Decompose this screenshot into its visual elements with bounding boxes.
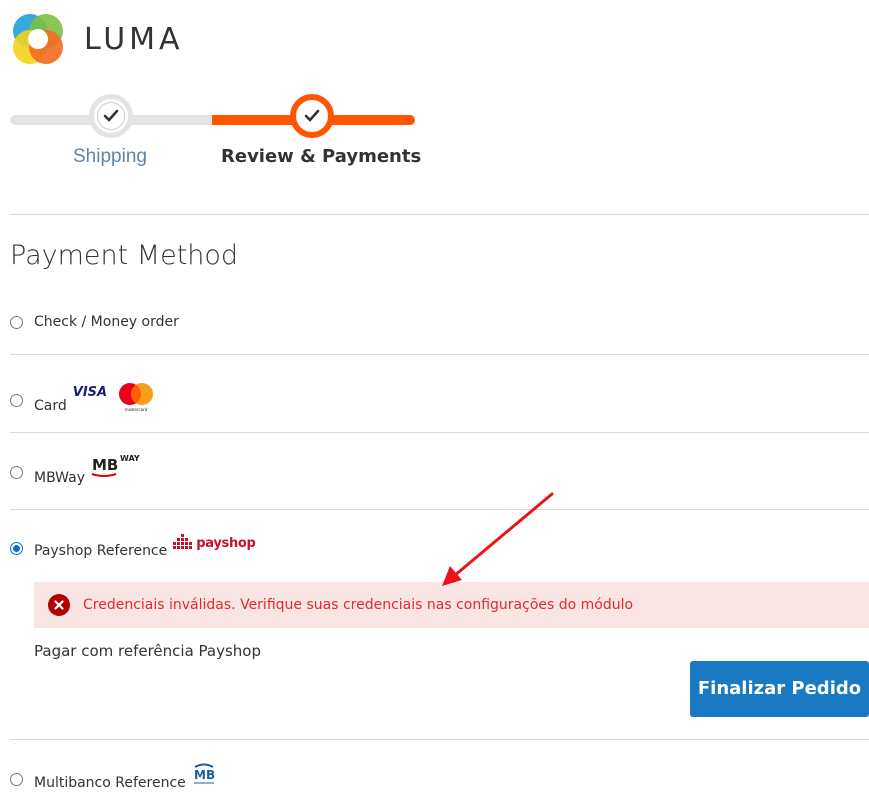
brand-name: LUMA — [84, 21, 184, 57]
checkmark-icon — [103, 109, 119, 122]
multibanco-wordmark: MB — [194, 768, 215, 782]
divider — [10, 739, 869, 740]
annotation-arrow-icon — [442, 492, 554, 586]
payshop-description: Pagar com referência Payshop — [34, 642, 261, 660]
radio-multibanco[interactable] — [10, 772, 23, 786]
luma-logo-icon — [13, 14, 63, 64]
radio-checkmo[interactable] — [10, 315, 23, 329]
payment-option-label[interactable]: Card — [34, 398, 67, 414]
step-shipping-indicator[interactable] — [89, 94, 133, 138]
payment-option-label[interactable]: Payshop Reference — [34, 543, 167, 559]
radio-mbway[interactable] — [10, 465, 23, 479]
way-wordmark: WAY — [120, 454, 140, 463]
payment-option-label[interactable]: MBWay — [34, 470, 85, 486]
payment-option-payshop[interactable]: Payshop Reference payshop — [10, 534, 256, 559]
divider — [10, 354, 869, 355]
visa-logo: VISA — [72, 384, 108, 400]
payment-option-label[interactable]: Check / Money order — [34, 314, 179, 330]
multibanco-logo: MB — [193, 763, 215, 784]
error-text: Credenciais inválidas. Verifique suas cr… — [83, 597, 634, 613]
mastercard-logo: mastercard — [119, 383, 154, 412]
payshop-icon — [173, 534, 193, 549]
error-icon — [48, 594, 70, 616]
payment-option-multibanco[interactable]: Multibanco Reference MB — [10, 763, 216, 792]
payment-option-card[interactable]: Card VISA mastercard — [10, 383, 155, 416]
radio-payshop[interactable] — [10, 541, 23, 555]
divider — [10, 432, 869, 433]
step-review-payments-indicator — [290, 94, 334, 138]
payment-option-label[interactable]: Multibanco Reference — [34, 775, 186, 791]
divider — [10, 214, 869, 215]
payment-option-checkmo[interactable]: Check / Money order — [10, 314, 179, 330]
mb-wordmark: MB — [92, 456, 118, 474]
mbway-logo: MB WAY — [90, 454, 140, 478]
mbway-icon: MB — [91, 456, 118, 477]
step-review-payments-label: Review & Payments — [221, 146, 422, 167]
checkmark-icon — [304, 109, 320, 122]
step-shipping-link[interactable]: Shipping — [73, 146, 147, 168]
payment-option-mbway[interactable]: MBWay MB WAY — [10, 454, 140, 486]
radio-card[interactable] — [10, 393, 23, 407]
payshop-logo: payshop — [173, 534, 256, 552]
mastercard-wordmark: mastercard — [125, 407, 148, 412]
checkout-progress-bar: Shipping Review & Payments — [10, 94, 421, 174]
payment-method-title: Payment Method — [10, 240, 239, 271]
place-order-button[interactable]: Finalizar Pedido — [690, 661, 869, 717]
payshop-wordmark: payshop — [196, 535, 256, 551]
luma-logo[interactable]: LUMA — [10, 11, 184, 67]
